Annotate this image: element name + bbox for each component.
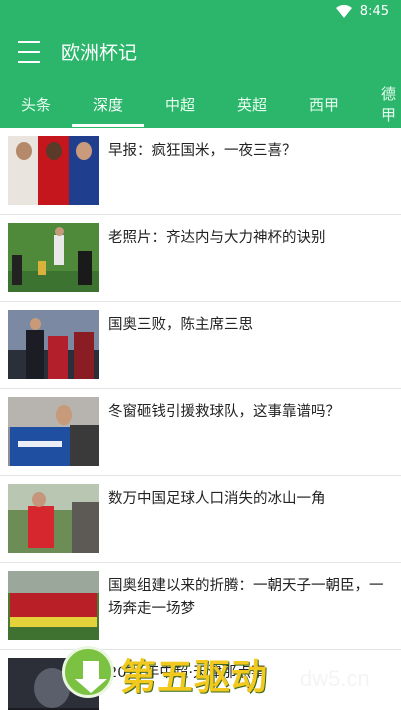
article-thumbnail [8, 484, 99, 553]
article-item[interactable]: 老照片：齐达内与大力神杯的诀别 [0, 215, 401, 302]
wifi-icon [335, 4, 352, 18]
tab-xijia[interactable]: 西甲 [288, 80, 360, 128]
app-bar: 欧洲杯记 [0, 24, 401, 80]
tab-bar: 头条 深度 中超 英超 西甲 德甲 [0, 80, 401, 128]
article-thumbnail [8, 658, 99, 710]
article-item[interactable]: 数万中国足球人口消失的冰山一角 [0, 476, 401, 563]
status-icons: 8:45 [335, 4, 389, 19]
article-thumbnail [8, 310, 99, 379]
article-item[interactable]: 国奥组建以来的折腾：一朝天子一朝臣，一场奔走一场梦 [0, 563, 401, 650]
article-thumbnail [8, 571, 99, 640]
article-item[interactable]: 冬窗砸钱引援救球队，这事靠谱吗？ [0, 389, 401, 476]
tab-yingchao[interactable]: 英超 [216, 80, 288, 128]
app-title: 欧洲杯记 [61, 42, 138, 64]
tab-dejia[interactable]: 德甲 [360, 80, 401, 128]
article-thumbnail [8, 136, 99, 205]
article-title: 数万中国足球人口消失的冰山一角 [108, 491, 326, 507]
menu-icon[interactable] [18, 41, 40, 63]
tab-toutiao[interactable]: 头条 [0, 80, 72, 128]
article-title: 早报：疯狂国米，一夜三喜？ [108, 143, 297, 159]
article-title: 老照片：齐达内与大力神杯的诀别 [108, 230, 326, 246]
article-thumbnail [8, 223, 99, 292]
tab-shendu[interactable]: 深度 [72, 80, 144, 128]
tab-indicator [72, 124, 144, 127]
article-title: 国奥组建以来的折腾：一朝天子一朝臣，一场奔走一场梦 [108, 578, 384, 617]
article-item[interactable]: 国奥三败，陈主席三思 [0, 302, 401, 389]
article-title: 冬窗砸钱引援救球队，这事靠谱吗？ [108, 404, 340, 420]
article-item[interactable]: 2021年中超·天津那点事 [0, 650, 401, 710]
article-item[interactable]: 早报：疯狂国米，一夜三喜？ [0, 128, 401, 215]
status-bar: 8:45 [0, 0, 401, 24]
article-title: 2021年中超·天津那点事 [108, 665, 266, 681]
article-title: 国奥三败，陈主席三思 [108, 317, 253, 333]
tab-zhongchao[interactable]: 中超 [144, 80, 216, 128]
status-time: 8:45 [359, 4, 389, 19]
article-thumbnail [8, 397, 99, 466]
